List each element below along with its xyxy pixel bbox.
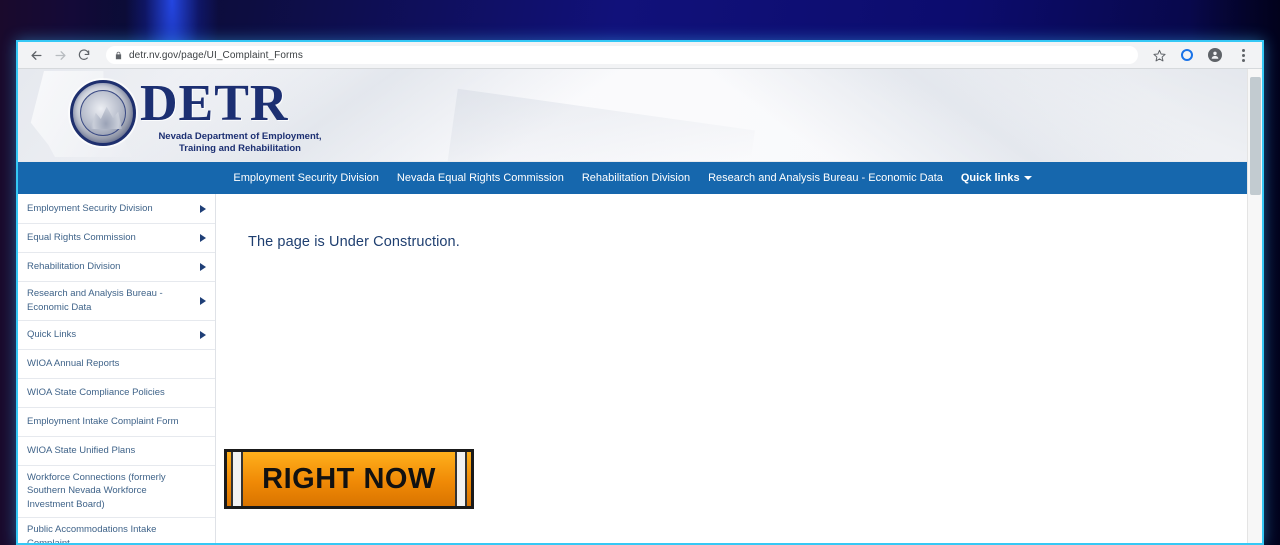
chevron-down-icon: [1023, 176, 1032, 181]
sidebar-item-employment-intake-complaint-form[interactable]: Employment Intake Complaint Form: [18, 408, 215, 437]
toolbar-right-group: [1146, 44, 1256, 66]
nav-item-nevada-equal-rights-commission[interactable]: Nevada Equal Rights Commission: [388, 162, 573, 194]
logo-tagline: Nevada Department of Employment, Training…: [158, 130, 322, 154]
site-logo[interactable]: DETR Nevada Department of Employment, Tra…: [52, 74, 340, 155]
profile-avatar-icon[interactable]: [1202, 44, 1228, 66]
sidebar-item-label: Quick Links: [27, 328, 77, 340]
back-icon[interactable]: [24, 44, 48, 66]
main-content-area: The page is Under Construction. RIGHT NO…: [216, 194, 1247, 543]
browser-toolbar: detr.nv.gov/page/UI_Complaint_Forms: [18, 42, 1262, 69]
nav-item-rehabilitation-division[interactable]: Rehabilitation Division: [573, 162, 699, 194]
logo-text-group: DETR Nevada Department of Employment, Tra…: [140, 75, 340, 155]
nav-item-quick-links-label: Quick links: [960, 172, 1020, 184]
sidebar-item-public-accommodations-intake-complaint[interactable]: Public Accommodations Intake Complaint: [18, 518, 215, 543]
sidebar-item-wioa-state-compliance-policies[interactable]: WIOA State Compliance Policies: [18, 379, 215, 408]
sidebar-item-wioa-annual-reports[interactable]: WIOA Annual Reports: [18, 350, 215, 379]
forward-icon[interactable]: [48, 44, 72, 66]
chevron-right-icon: [200, 296, 206, 305]
address-bar[interactable]: detr.nv.gov/page/UI_Complaint_Forms: [106, 46, 1138, 64]
sidebar-item-employment-security-division[interactable]: Employment Security Division: [18, 195, 215, 224]
sidebar-item-label: WIOA State Compliance Policies: [27, 386, 165, 398]
promo-banner[interactable]: RIGHT NOW: [224, 449, 474, 509]
page-title: The page is Under Construction.: [248, 234, 460, 250]
sidebar-navigation: Employment Security Division Equal Right…: [18, 194, 216, 543]
page-body: Employment Security Division Equal Right…: [18, 194, 1247, 543]
nav-item-research-and-analysis-bureau[interactable]: Research and Analysis Bureau - Economic …: [699, 162, 952, 194]
main-navigation-bar: Employment Security Division Nevada Equa…: [18, 162, 1247, 194]
page-scrollbar[interactable]: [1247, 69, 1262, 543]
sidebar-item-label: Employment Security Division: [27, 203, 153, 215]
sidebar-item-label: WIOA State Unified Plans: [27, 444, 136, 456]
sidebar-item-label: Public Accommodations Intake Complaint: [27, 523, 157, 543]
nav-item-employment-security-division[interactable]: Employment Security Division: [224, 162, 388, 194]
sidebar-item-wioa-state-unified-plans[interactable]: WIOA State Unified Plans: [18, 437, 215, 466]
page-content: DETR Nevada Department of Employment, Tra…: [18, 69, 1247, 543]
browser-menu-icon[interactable]: [1230, 44, 1256, 66]
page-viewport: DETR Nevada Department of Employment, Tra…: [18, 69, 1262, 543]
extension-icon[interactable]: [1174, 44, 1200, 66]
chevron-right-icon: [200, 205, 206, 213]
promo-banner-text: RIGHT NOW: [262, 462, 436, 495]
sidebar-item-label: Equal Rights Commission: [27, 232, 136, 244]
detr-wordmark: DETR: [140, 75, 289, 132]
url-text: detr.nv.gov/page/UI_Complaint_Forms: [129, 49, 303, 61]
scrollbar-thumb[interactable]: [1250, 77, 1261, 195]
reload-icon[interactable]: [72, 44, 96, 66]
bookmark-star-icon[interactable]: [1146, 44, 1172, 66]
sidebar-item-label: Rehabilitation Division: [27, 261, 121, 273]
sidebar-item-equal-rights-commission[interactable]: Equal Rights Commission: [18, 224, 215, 253]
sidebar-item-quick-links[interactable]: Quick Links: [18, 321, 215, 350]
sidebar-item-label: Research and Analysis Bureau - Economic …: [27, 288, 163, 313]
chevron-right-icon: [200, 263, 206, 271]
nevada-state-seal-icon: [70, 80, 136, 146]
sidebar-item-rehabilitation-division[interactable]: Rehabilitation Division: [18, 253, 215, 282]
sidebar-item-research-and-analysis-bureau[interactable]: Research and Analysis Bureau - Economic …: [18, 282, 215, 321]
chevron-right-icon: [200, 330, 206, 339]
browser-window: detr.nv.gov/page/UI_Complaint_Forms DETR…: [16, 40, 1264, 545]
sidebar-item-label: WIOA Annual Reports: [27, 357, 120, 369]
sidebar-item-workforce-connections[interactable]: Workforce Connections (formerly Southern…: [18, 466, 215, 518]
lock-icon: [114, 51, 123, 60]
sidebar-item-label: Workforce Connections (formerly Southern…: [27, 471, 166, 511]
site-header: DETR Nevada Department of Employment, Tra…: [18, 69, 1247, 162]
chevron-right-icon: [200, 234, 206, 242]
sidebar-item-label: Employment Intake Complaint Form: [27, 415, 179, 427]
nav-item-quick-links[interactable]: Quick links: [952, 162, 1041, 194]
